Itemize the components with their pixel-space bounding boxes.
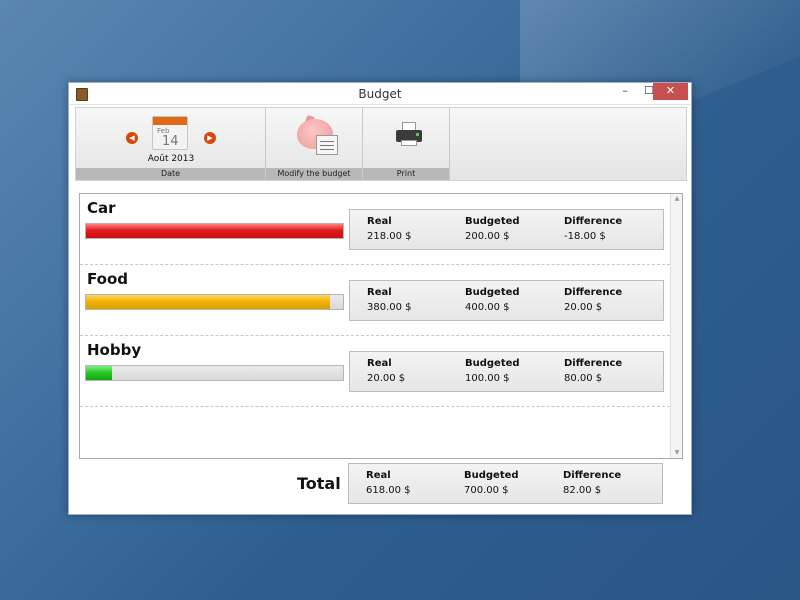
budget-sheet-icon: [316, 135, 338, 155]
scroll-down-arrow-icon[interactable]: ▼: [671, 448, 682, 458]
budgeted-header: Budgeted: [465, 287, 520, 298]
budgeted-value: 200.00 $: [465, 231, 510, 242]
budgeted-header: Budgeted: [465, 358, 520, 369]
category-list[interactable]: Car Real Budgeted Difference 218.00 $ 20…: [79, 193, 683, 459]
difference-value: 20.00 $: [564, 302, 603, 313]
total-budgeted-value: 700.00 $: [464, 485, 509, 496]
title-bar: Budget – ☐ ✕: [69, 83, 691, 105]
ribbon-toolbar: ◀ Feb 14 ▶ Août 2013 Date Modify the bud…: [75, 107, 687, 181]
real-value: 20.00 $: [367, 373, 406, 384]
category-stats: Real Budgeted Difference 20.00 $ 100.00 …: [349, 351, 664, 392]
current-month-label: Août 2013: [147, 154, 195, 164]
total-real-value: 618.00 $: [366, 485, 411, 496]
calendar-day: 14: [162, 134, 179, 149]
budgeted-value: 400.00 $: [465, 302, 510, 313]
real-header: Real: [366, 470, 391, 481]
minimize-button[interactable]: –: [613, 83, 637, 100]
total-stats: Real Budgeted Difference 618.00 $ 700.00…: [348, 463, 663, 504]
real-header: Real: [367, 358, 392, 369]
next-month-button[interactable]: ▶: [204, 132, 216, 144]
category-name: Food: [87, 270, 128, 288]
budget-progress-bar: [85, 294, 344, 310]
difference-header: Difference: [564, 216, 623, 227]
budget-progress-fill: [86, 366, 112, 380]
vertical-scrollbar[interactable]: ▲ ▼: [670, 194, 682, 458]
difference-header: Difference: [564, 358, 623, 369]
category-name: Car: [87, 199, 116, 217]
category-stats: Real Budgeted Difference 380.00 $ 400.00…: [349, 280, 664, 321]
real-header: Real: [367, 287, 392, 298]
printer-icon[interactable]: [396, 122, 422, 146]
real-value: 380.00 $: [367, 302, 412, 313]
budgeted-header: Budgeted: [464, 470, 519, 481]
total-difference-value: 82.00 $: [563, 485, 602, 496]
date-group-label: Date: [76, 168, 265, 180]
category-row-hobby[interactable]: Hobby Real Budgeted Difference 20.00 $ 1…: [80, 336, 670, 407]
previous-month-button[interactable]: ◀: [126, 132, 138, 144]
modify-budget-label: Modify the budget: [266, 168, 362, 180]
window-title: Budget: [358, 87, 402, 101]
difference-value: -18.00 $: [564, 231, 606, 242]
budget-progress-fill: [86, 224, 343, 238]
real-value: 218.00 $: [367, 231, 412, 242]
budget-window: Budget – ☐ ✕ ◀ Feb 14 ▶ Août 2013 Date M…: [68, 82, 692, 515]
budget-progress-bar: [85, 223, 344, 239]
difference-value: 80.00 $: [564, 373, 603, 384]
category-stats: Real Budgeted Difference 218.00 $ 200.00…: [349, 209, 664, 250]
budget-progress-fill: [86, 295, 331, 309]
category-row-food[interactable]: Food Real Budgeted Difference 380.00 $ 4…: [80, 265, 670, 336]
total-label: Total: [297, 474, 341, 493]
date-group: ◀ Feb 14 ▶ Août 2013 Date: [76, 108, 266, 180]
difference-header: Difference: [563, 470, 622, 481]
budget-progress-bar: [85, 365, 344, 381]
category-row-car[interactable]: Car Real Budgeted Difference 218.00 $ 20…: [80, 194, 670, 265]
budgeted-header: Budgeted: [465, 216, 520, 227]
budgeted-value: 100.00 $: [465, 373, 510, 384]
calendar-icon[interactable]: Feb 14: [152, 116, 188, 150]
calendar-rings: [153, 117, 187, 125]
scroll-up-arrow-icon[interactable]: ▲: [671, 194, 682, 204]
real-header: Real: [367, 216, 392, 227]
category-name: Hobby: [87, 341, 142, 359]
close-button[interactable]: ✕: [653, 83, 688, 100]
difference-header: Difference: [564, 287, 623, 298]
print-label: Print: [363, 168, 449, 180]
